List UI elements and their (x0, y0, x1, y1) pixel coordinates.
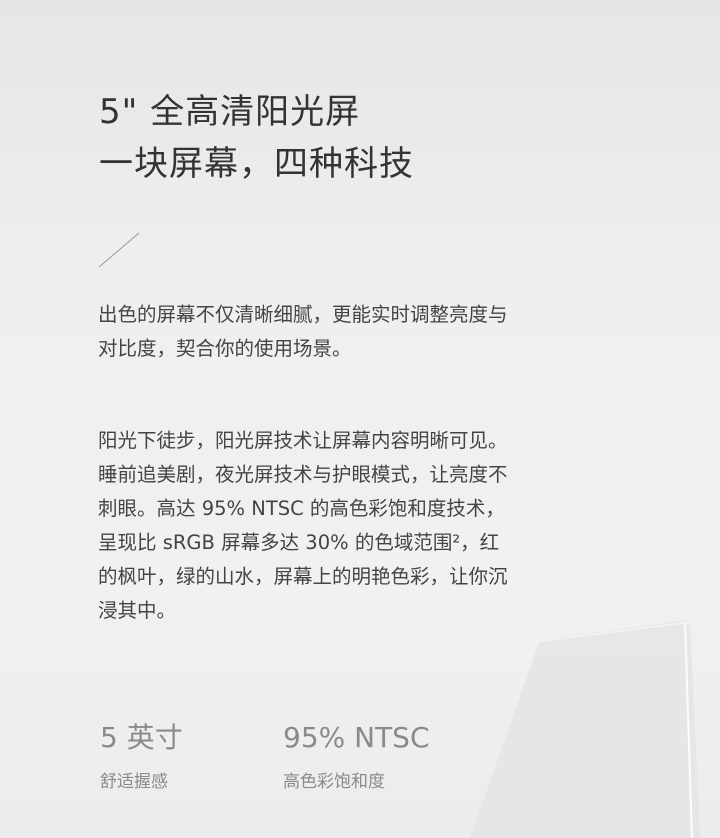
intro-paragraph: 出色的屏幕不仅清晰细腻，更能实时调整亮度与 对比度，契合你的使用场景。 (98, 298, 618, 366)
paragraph-line: 出色的屏幕不仅清晰细腻，更能实时调整亮度与 (98, 303, 508, 326)
stat-label: 高色彩饱和度 (283, 772, 385, 792)
paragraph-line: 对比度，契合你的使用场景。 (98, 337, 352, 360)
paragraph-line: 睡前追美剧，夜光屏技术与护眼模式，让亮度不 (98, 463, 508, 486)
headline-line-1: 5" 全高清阳光屏 (99, 92, 361, 132)
detail-paragraph: 阳光下徒步，阳光屏技术让屏幕内容明晰可见。 睡前追美剧，夜光屏技术与护眼模式，让… (98, 424, 618, 628)
stat-color-gamut: 95% NTSC 高色彩饱和度 (283, 720, 430, 794)
paragraph-line: 的枫叶，绿的山水，屏幕上的明艳色彩，让你沉 (98, 565, 508, 588)
headline: 5" 全高清阳光屏 一块屏幕，四种科技 (99, 86, 414, 190)
paragraph-line: 刺眼。高达 95% NTSC 的高色彩饱和度技术， (98, 497, 505, 520)
stat-label: 舒适握感 (100, 772, 168, 792)
paragraph-line: 呈现比 sRGB 屏幕多达 30% 的色域范围²，红 (98, 531, 500, 554)
stat-screen-size: 5 英寸 舒适握感 (100, 720, 183, 794)
stat-value: 5 英寸 (100, 721, 183, 754)
slash-divider (98, 232, 140, 268)
stat-value: 95% NTSC (283, 721, 430, 754)
headline-line-2: 一块屏幕，四种科技 (99, 144, 414, 184)
paragraph-line: 浸其中。 (98, 599, 177, 622)
paragraph-line: 阳光下徒步，阳光屏技术让屏幕内容明晰可见。 (98, 429, 508, 452)
